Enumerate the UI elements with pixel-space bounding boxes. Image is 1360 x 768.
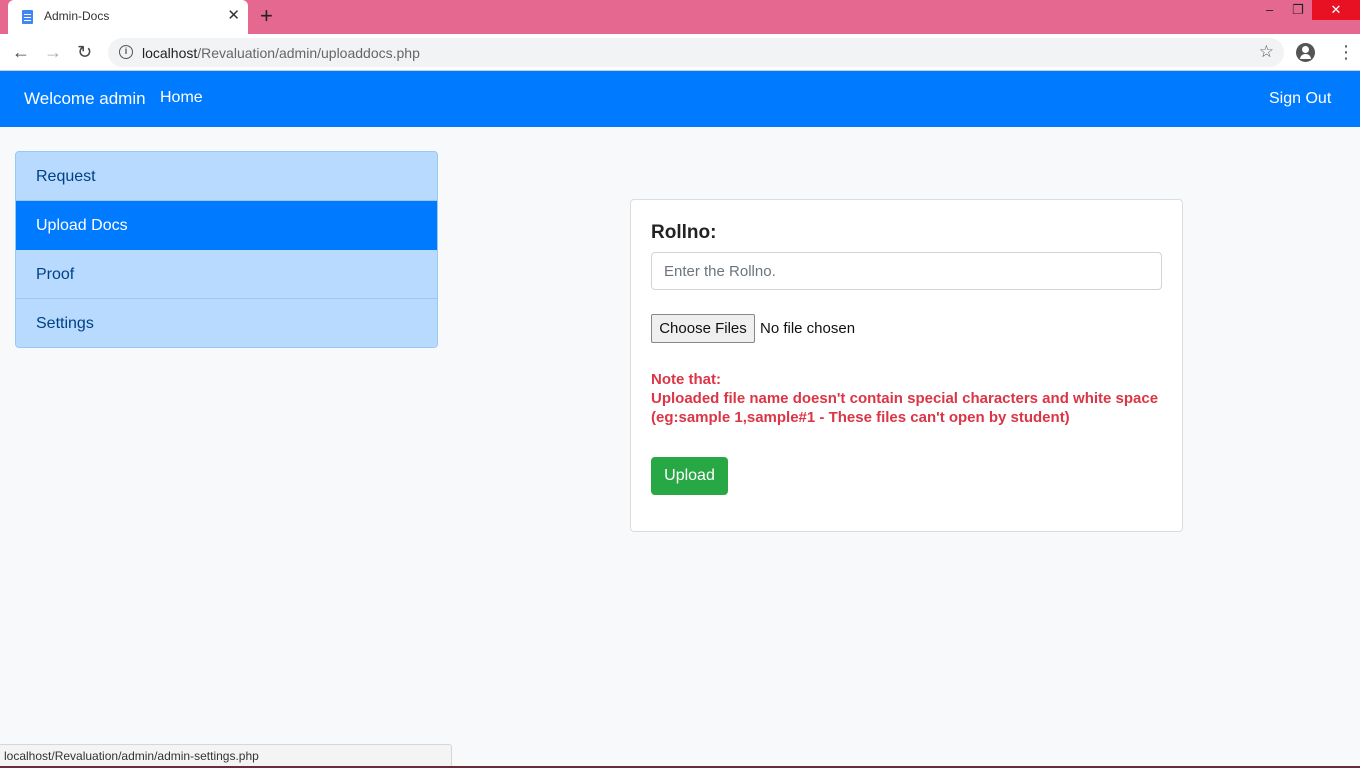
star-icon[interactable]: ☆ — [1259, 42, 1274, 62]
window-close-icon[interactable]: ✕ — [1312, 0, 1360, 20]
forward-icon[interactable]: → — [44, 41, 62, 63]
nav-home-link[interactable]: Home — [160, 89, 203, 107]
status-url-bubble: localhost/Revaluation/admin/admin-settin… — [0, 744, 452, 768]
tab-close-icon[interactable]: ✕ — [227, 7, 240, 25]
sidebar-menu: Request Upload Docs Proof Settings — [15, 151, 438, 348]
profile-icon[interactable] — [1296, 43, 1315, 62]
upload-note: Note that: Uploaded file name doesn't co… — [651, 370, 1158, 427]
address-bar[interactable]: i localhost/Revaluation/admin/uploaddocs… — [108, 38, 1284, 67]
choose-files-button[interactable]: Choose Files — [651, 314, 755, 343]
note-line-2: (eg:sample 1,sample#1 - These files can'… — [651, 409, 1070, 426]
browser-tab-strip: Admin-Docs ✕ + – ❐ ✕ — [0, 0, 1360, 34]
menu-icon[interactable]: ⋮ — [1337, 43, 1355, 61]
back-icon[interactable]: ← — [12, 41, 30, 63]
file-status-text: No file chosen — [760, 320, 856, 337]
sidebar-item-settings[interactable]: Settings — [16, 299, 437, 347]
reload-icon[interactable]: ↻ — [77, 41, 92, 63]
tab-title: Admin-Docs — [44, 9, 110, 23]
url-text: localhost/Revaluation/admin/uploaddocs.p… — [142, 45, 420, 61]
note-line-1: Uploaded file name doesn't contain speci… — [651, 390, 1159, 407]
sidebar-item-upload-docs[interactable]: Upload Docs — [16, 201, 437, 250]
sign-out-link[interactable]: Sign Out — [1269, 90, 1331, 108]
browser-tab[interactable]: Admin-Docs ✕ — [8, 0, 248, 34]
upload-button[interactable]: Upload — [651, 457, 728, 495]
rollno-input[interactable] — [651, 252, 1162, 290]
note-title: Note that: — [651, 371, 721, 388]
navbar-brand[interactable]: Welcome admin — [24, 89, 146, 109]
upload-card: Rollno: Choose Files No file chosen Note… — [630, 199, 1183, 532]
restore-icon[interactable]: ❐ — [1292, 2, 1304, 18]
sidebar-item-proof[interactable]: Proof — [16, 250, 437, 299]
browser-toolbar: ← → ↻ i localhost/Revaluation/admin/uplo… — [0, 34, 1360, 71]
new-tab-icon[interactable]: + — [260, 4, 273, 28]
sidebar-item-request[interactable]: Request — [16, 152, 437, 201]
info-icon[interactable]: i — [119, 45, 133, 59]
rollno-label: Rollno: — [651, 222, 717, 243]
app-navbar: Welcome admin Home Sign Out — [0, 71, 1360, 127]
minimize-icon[interactable]: – — [1266, 2, 1273, 17]
docs-favicon-icon — [22, 10, 33, 24]
